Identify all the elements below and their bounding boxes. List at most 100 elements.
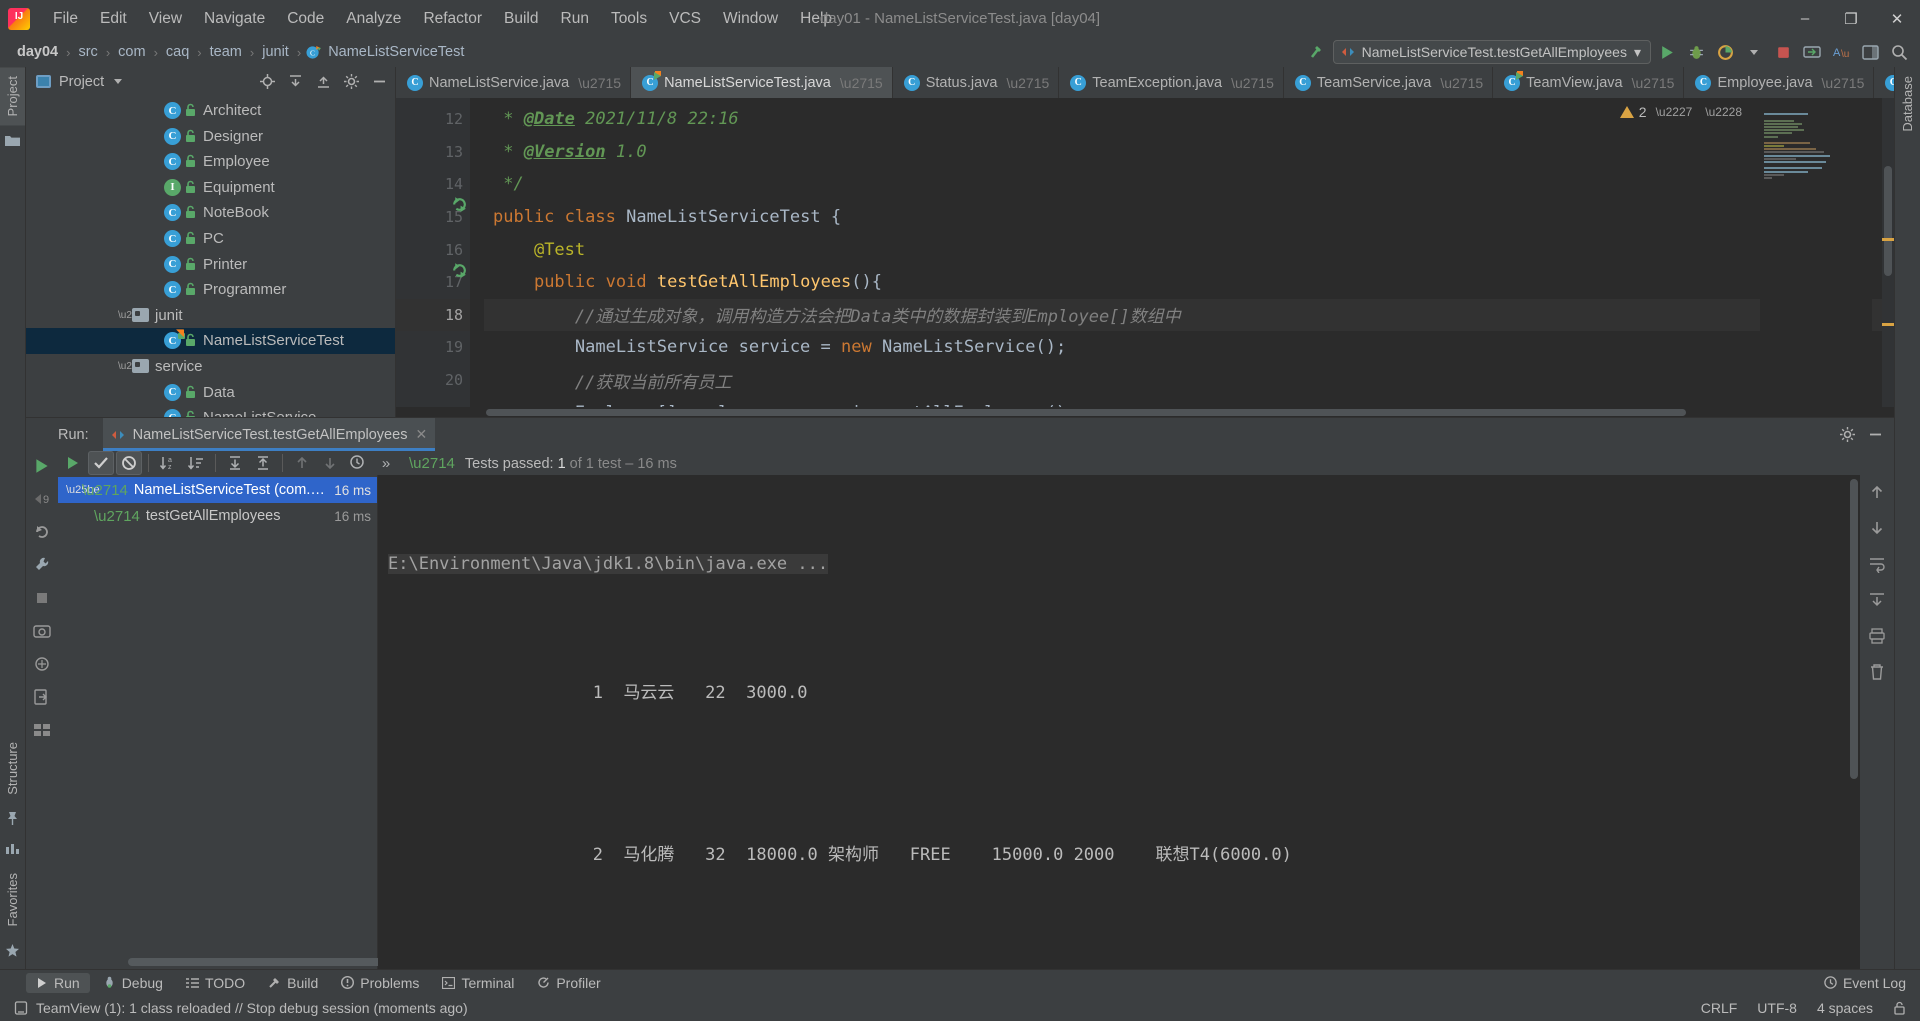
menu-help[interactable]: Help <box>789 7 843 31</box>
tab-status-java[interactable]: C Status.java \u2715 <box>893 67 1060 98</box>
breadcrumb-class[interactable]: NameListServiceTest <box>325 43 467 61</box>
run-coverage-button[interactable] <box>1712 40 1738 64</box>
pin-icon[interactable] <box>3 809 23 829</box>
maximize-button[interactable]: ❐ <box>1828 0 1874 37</box>
previous-problem-icon[interactable]: \u2227 <box>1652 105 1697 119</box>
tree-item-programmer[interactable]: C Programmer <box>26 277 395 303</box>
tree-item-designer[interactable]: C Designer <box>26 123 395 149</box>
run-button[interactable] <box>1654 40 1680 64</box>
thread-dump-icon[interactable] <box>31 653 53 675</box>
update-app-icon[interactable] <box>1799 40 1825 64</box>
test-tree-horizontal-scrollbar[interactable] <box>58 955 388 969</box>
previous-test-icon[interactable] <box>289 451 315 475</box>
editor-vertical-scrollbar[interactable] <box>1882 98 1894 407</box>
next-problem-icon[interactable]: \u2228 <box>1701 105 1746 119</box>
tree-item-data[interactable]: C Data <box>26 379 395 405</box>
sidebar-tab-structure[interactable]: Structure <box>0 733 25 804</box>
search-icon[interactable] <box>1886 40 1912 64</box>
menu-window[interactable]: Window <box>712 7 789 31</box>
profile-dropdown-icon[interactable] <box>1741 40 1767 64</box>
coverage-icon[interactable] <box>31 719 53 741</box>
scroll-to-bottom-icon[interactable] <box>1866 517 1888 539</box>
menu-build[interactable]: Build <box>493 7 549 31</box>
hide-panel-icon[interactable] <box>367 70 391 94</box>
tree-item-namelistservicetest[interactable]: C NameListServiceTest <box>26 328 395 354</box>
run-configuration-selector[interactable]: NameListServiceTest.testGetAllEmployees … <box>1332 40 1651 64</box>
close-button[interactable]: ✕ <box>1874 0 1920 37</box>
tab-employee-java[interactable]: C Employee.java \u2715 <box>1684 67 1875 98</box>
more-options-icon[interactable]: » <box>373 451 399 475</box>
close-icon[interactable]: \u2715 <box>840 75 883 91</box>
menu-file[interactable]: File <box>42 7 89 31</box>
tree-item-pc[interactable]: C PC <box>26 226 395 252</box>
tab-namelistservicetest-java[interactable]: C NameListServiceTest.java \u2715 <box>631 67 893 98</box>
chevron-down-icon[interactable]: \u25be <box>118 310 149 321</box>
menu-tools[interactable]: Tools <box>600 7 658 31</box>
editor-gutter[interactable]: 12 13 14 15 16 17 18 19 20 21 <box>396 98 470 407</box>
test-tree-row-method[interactable]: \u2714 testGetAllEmployees 16 ms <box>58 503 377 529</box>
line-separator[interactable]: CRLF <box>1701 1000 1738 1016</box>
bar-chart-icon[interactable] <box>3 839 23 859</box>
test-tree-row-class[interactable]: \u25be \u2714 NameListServiceTest (com.c… <box>58 477 377 503</box>
show-ignored-toggle[interactable] <box>116 451 142 475</box>
menu-run[interactable]: Run <box>550 7 600 31</box>
menu-view[interactable]: View <box>138 7 193 31</box>
clear-all-icon[interactable] <box>1866 661 1888 683</box>
tree-item-printer[interactable]: C Printer <box>26 251 395 277</box>
breadcrumb-junit[interactable]: junit <box>259 43 292 61</box>
screenshot-icon[interactable] <box>31 620 53 642</box>
tree-item-employee[interactable]: C Employee <box>26 149 395 175</box>
debug-button[interactable] <box>1683 40 1709 64</box>
close-icon[interactable]: \u2715 <box>1440 75 1483 91</box>
menu-code[interactable]: Code <box>276 7 335 31</box>
minimize-button[interactable]: – <box>1782 0 1828 37</box>
tree-item-junit[interactable]: \u25be junit <box>26 303 395 329</box>
print-icon[interactable] <box>1866 625 1888 647</box>
breadcrumb-caq[interactable]: caq <box>163 43 192 61</box>
menu-edit[interactable]: Edit <box>89 7 138 31</box>
run-test-method-icon[interactable] <box>451 262 468 279</box>
toolwindow-problems[interactable]: Problems <box>331 973 429 993</box>
inspection-widget[interactable]: 2 \u2227 \u2228 <box>1619 104 1746 120</box>
editor-horizontal-scrollbar[interactable] <box>396 407 1894 417</box>
soft-wrap-icon[interactable] <box>1866 553 1888 575</box>
breadcrumb-src[interactable]: src <box>75 43 100 61</box>
close-icon[interactable]: \u2715 <box>1632 75 1675 91</box>
locate-file-icon[interactable] <box>255 70 279 94</box>
rerun-failed-icon[interactable]: 9 <box>31 488 53 510</box>
export-icon[interactable] <box>31 686 53 708</box>
close-icon[interactable]: \u2715 <box>1006 75 1049 91</box>
indent-setting[interactable]: 4 spaces <box>1817 1000 1873 1016</box>
sort-alphabetically-icon[interactable]: az <box>155 451 181 475</box>
stop-icon[interactable] <box>31 587 53 609</box>
chevron-down-icon[interactable]: \u25be <box>118 361 149 372</box>
menu-refactor[interactable]: Refactor <box>412 7 493 31</box>
toolwindow-todo[interactable]: TODO <box>176 973 255 993</box>
build-hammer-icon[interactable] <box>1304 40 1330 64</box>
breadcrumb-team[interactable]: team <box>207 43 245 61</box>
next-test-icon[interactable] <box>317 451 343 475</box>
chevron-down-icon[interactable]: \u25be <box>66 484 100 496</box>
close-icon[interactable]: \u2715 <box>1822 75 1865 91</box>
translate-icon[interactable]: A\u6587 <box>1828 40 1854 64</box>
sidebar-tab-database[interactable]: Database <box>1895 67 1920 141</box>
toolwindow-build[interactable]: Build <box>258 973 328 993</box>
expand-all-icon[interactable] <box>222 451 248 475</box>
toolwindow-debug[interactable]: Debug <box>93 973 173 993</box>
tab-teamexception-java[interactable]: C TeamException.java \u2715 <box>1059 67 1284 98</box>
layout-icon[interactable] <box>1857 40 1883 64</box>
sort-by-duration-icon[interactable] <box>183 451 209 475</box>
run-icon[interactable] <box>31 455 53 477</box>
rerun-icon[interactable] <box>31 521 53 543</box>
console-vertical-scrollbar[interactable] <box>1848 475 1860 969</box>
breadcrumb-day04[interactable]: day04 <box>14 43 61 61</box>
tree-item-namelistservice[interactable]: C NameListService <box>26 405 395 417</box>
tree-item-architect[interactable]: C Architect <box>26 98 395 124</box>
close-icon[interactable]: \u2715 <box>578 75 621 91</box>
chevron-down-icon[interactable]: ▾ <box>1634 44 1641 61</box>
gear-icon[interactable] <box>339 70 363 94</box>
tab-teamservice-java[interactable]: C TeamService.java \u2715 <box>1284 67 1494 98</box>
code-text[interactable]: * @Date 2021/11/8 22:16 * @Version 1.0 *… <box>470 98 1894 407</box>
test-history-icon[interactable] <box>345 451 371 475</box>
tree-item-equipment[interactable]: I Equipment <box>26 175 395 201</box>
